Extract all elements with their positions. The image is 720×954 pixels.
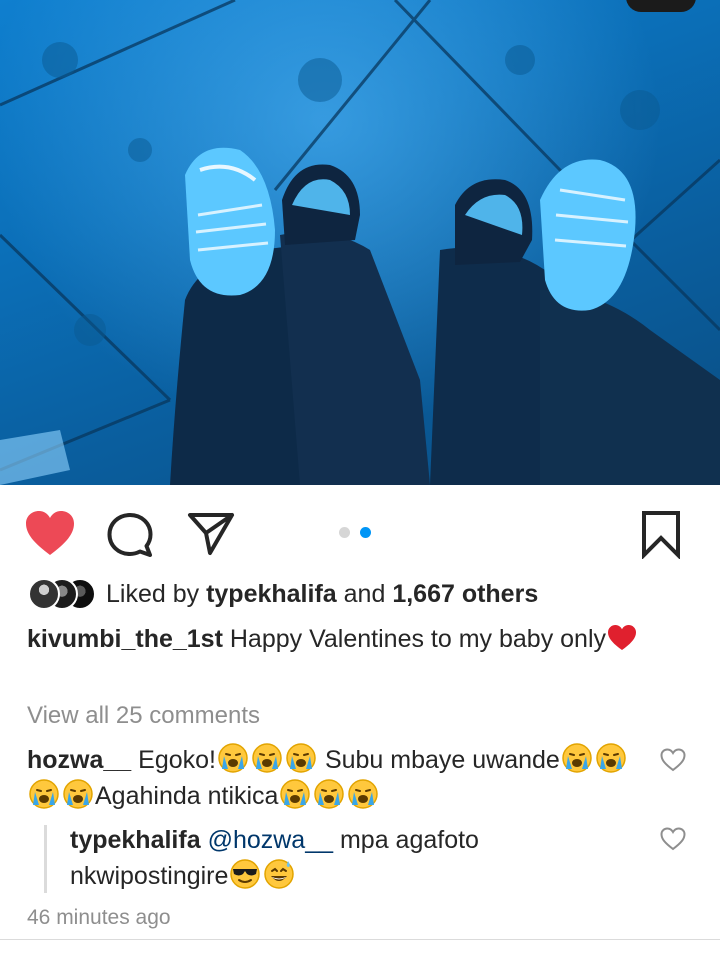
crying-face-emoji-icon bbox=[280, 779, 311, 809]
divider bbox=[0, 939, 720, 940]
reply-thread-line bbox=[44, 825, 47, 893]
comment-text: Egoko! bbox=[138, 746, 216, 774]
photo-scene bbox=[0, 0, 720, 485]
comment-text: Subu mbaye uwande bbox=[324, 746, 560, 774]
likes-prefix: Liked by bbox=[106, 580, 200, 608]
likes-count[interactable]: 1,667 others bbox=[392, 580, 538, 608]
caption-text: Happy Valentines to my baby only bbox=[229, 625, 607, 653]
paper-plane-icon[interactable] bbox=[186, 511, 236, 557]
red-heart-emoji-icon bbox=[608, 625, 637, 650]
post-timestamp: 46 minutes ago bbox=[27, 906, 171, 929]
crying-face-emoji-icon bbox=[218, 743, 248, 773]
heart-outline-icon[interactable] bbox=[660, 827, 686, 851]
caption-username[interactable]: kivumbi_the_1st bbox=[27, 625, 223, 653]
reply-item: typekhalifa @hozwa__ mpa agafoto nkwipos… bbox=[70, 822, 610, 894]
likes-text: Liked by typekhalifa and 1,667 others bbox=[106, 579, 538, 609]
carousel-dot-active bbox=[360, 527, 371, 538]
crying-face-emoji-icon bbox=[63, 779, 93, 809]
avatar bbox=[28, 578, 60, 610]
post-caption: kivumbi_the_1st Happy Valentines to my b… bbox=[27, 620, 667, 658]
crying-face-emoji-icon bbox=[314, 779, 345, 809]
comment-item: hozwa__ Egoko! Subu mbaye uwande Agahinda… bbox=[27, 742, 637, 814]
carousel-indicator bbox=[339, 527, 379, 539]
heart-filled-icon[interactable] bbox=[24, 509, 76, 557]
likes-summary[interactable]: Liked by typekhalifa and 1,667 others bbox=[28, 576, 708, 612]
reply-username[interactable]: typekhalifa bbox=[70, 826, 201, 854]
likes-joiner: and bbox=[343, 580, 386, 608]
post-photo[interactable] bbox=[0, 0, 720, 485]
reply-mention[interactable]: @hozwa__ bbox=[208, 826, 333, 854]
crying-face-emoji-icon bbox=[286, 743, 316, 773]
photo-indicator-pill bbox=[626, 0, 696, 12]
view-all-comments-link[interactable]: View all 25 comments bbox=[27, 701, 260, 731]
crying-face-emoji-icon bbox=[252, 743, 282, 773]
comment-username[interactable]: hozwa__ bbox=[27, 746, 131, 774]
carousel-dot bbox=[339, 527, 350, 538]
grinning-sweat-emoji-icon bbox=[264, 859, 295, 889]
heart-outline-icon[interactable] bbox=[660, 748, 686, 772]
crying-face-emoji-icon bbox=[348, 779, 379, 809]
crying-face-emoji-icon bbox=[562, 743, 592, 773]
crying-face-emoji-icon bbox=[596, 743, 626, 773]
liker-username[interactable]: typekhalifa bbox=[206, 580, 337, 608]
comment-text: Agahinda ntikica bbox=[95, 782, 279, 810]
post-action-row bbox=[0, 485, 720, 580]
sunglasses-face-emoji-icon bbox=[230, 859, 261, 889]
comment-bubble-icon[interactable] bbox=[106, 511, 156, 559]
crying-face-emoji-icon bbox=[29, 779, 59, 809]
liker-avatars bbox=[28, 578, 98, 612]
bookmark-icon[interactable] bbox=[638, 509, 684, 560]
